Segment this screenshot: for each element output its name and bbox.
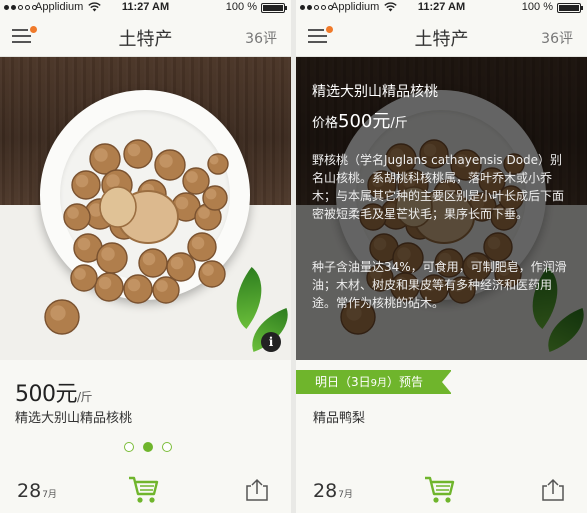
page-dot[interactable] (162, 442, 172, 452)
info-usage: 种子含油量达34%，可食用，可制肥皂，作润滑油；木材、树皮和果皮等有多种经济和医… (312, 260, 567, 310)
info-price: 价格500元/斤 (312, 111, 408, 132)
review-count-link[interactable]: 36评 (541, 28, 573, 48)
cart-icon[interactable] (424, 473, 456, 505)
nav-bar: 土特产 36评 (296, 16, 587, 57)
status-bar: Applidium 11:27 AM 100 % (0, 0, 291, 16)
info-icon[interactable]: i (261, 332, 281, 352)
cart-icon[interactable] (128, 473, 160, 505)
page-dot-active[interactable] (143, 442, 153, 452)
bottom-toolbar: 287月 (0, 462, 291, 513)
review-count-link[interactable]: 36评 (245, 28, 277, 48)
nav-bar: 土特产 36评 (0, 16, 291, 57)
info-title: 精选大别山精品核桃 (312, 84, 438, 100)
battery-percent: 100 % (225, 1, 257, 13)
preview-product-name: 精品鸭梨 (313, 411, 366, 426)
screens-comparison: Applidium 11:27 AM 100 % 土特产 36评 i 500元/… (0, 0, 587, 513)
date-label: 287月 (17, 480, 57, 502)
product-info-screen: Applidium 11:27 AM 100 % 土特产 36评 精选大别山精品… (296, 0, 587, 513)
share-icon[interactable] (245, 478, 269, 502)
info-description: 野核桃（学名Juglans cathayensis Dode）别名山核桃。系胡桃… (312, 153, 565, 221)
bottom-toolbar: 287月 (296, 462, 587, 513)
tomorrow-preview-tag: 明日（3日9月）预告 (296, 370, 453, 394)
status-bar: Applidium 11:27 AM 100 % (296, 0, 587, 16)
product-photo[interactable]: i (0, 57, 291, 360)
date-label: 287月 (313, 480, 353, 502)
product-detail: 500元/斤 精选大别山精品核桃 (0, 360, 291, 452)
page-dot[interactable] (124, 442, 134, 452)
product-name: 精选大别山精品核桃 (15, 411, 133, 426)
product-price: 500元/斤 (15, 382, 93, 407)
share-icon[interactable] (541, 478, 565, 502)
battery-icon (261, 3, 287, 13)
battery-percent: 100 % (521, 1, 553, 13)
page-indicator[interactable] (124, 442, 172, 452)
battery-icon (557, 3, 583, 13)
product-screen: Applidium 11:27 AM 100 % 土特产 36评 i 500元/… (0, 0, 291, 513)
info-overlay[interactable]: 精选大别山精品核桃 价格500元/斤 野核桃（学名Juglans cathaye… (296, 57, 587, 360)
